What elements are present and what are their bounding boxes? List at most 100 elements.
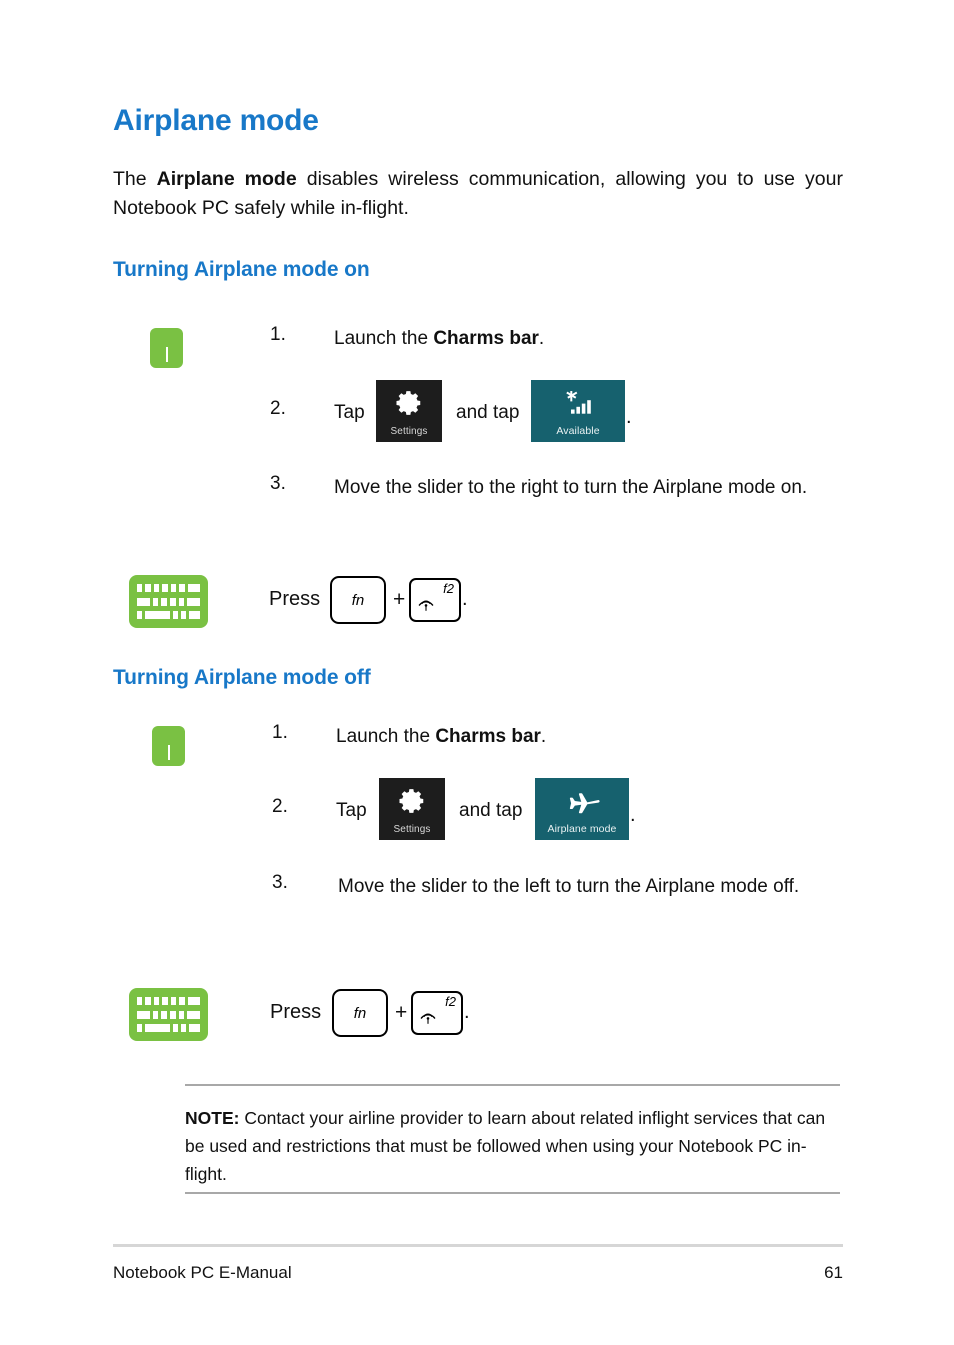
- step-number: 3.: [270, 473, 286, 494]
- intro-paragraph: The Airplane mode disables wireless comm…: [113, 165, 843, 223]
- keyboard-row: [137, 597, 201, 606]
- step-text-period: .: [626, 406, 632, 428]
- gear-icon: [376, 380, 442, 426]
- keyboard-key: [152, 1010, 159, 1019]
- keyboard-key: [137, 997, 143, 1005]
- keyboard-key: [170, 584, 177, 592]
- f2-key-label: f2: [443, 581, 454, 596]
- step-text-move-slider: Move the slider to the left to turn the …: [338, 876, 800, 897]
- fn-key: fn: [330, 576, 386, 624]
- keyboard-key: [152, 597, 159, 606]
- touchpad-icon: [152, 726, 185, 766]
- keyboard-key: [162, 584, 168, 592]
- keyboard-key: [153, 584, 160, 592]
- step-text-move-slider: Move the slider to the right to turn the…: [334, 477, 808, 498]
- note-bottom-rule: [185, 1192, 840, 1194]
- airplane-tile-caption: Airplane mode: [547, 823, 617, 835]
- keyboard-row: [137, 1010, 201, 1019]
- keyboard-icon: [129, 988, 208, 1041]
- keyboard-key: [181, 611, 187, 619]
- section-heading-off: Turning Airplane mode off: [113, 666, 371, 689]
- keyboard-key: [173, 1024, 179, 1032]
- keyboard-key: [137, 1024, 142, 1032]
- keyboard-key: [170, 1010, 176, 1019]
- manual-page: Airplane mode The Airplane mode disables…: [0, 0, 954, 1345]
- charms-bar-term: Charms bar: [435, 726, 541, 747]
- airplane-mode-tile[interactable]: Airplane mode: [535, 778, 629, 840]
- fn-key: fn: [332, 989, 388, 1037]
- keyboard-key: [178, 1010, 185, 1019]
- f2-key: f2: [411, 991, 463, 1035]
- intro-bold-term: Airplane mode: [156, 168, 297, 190]
- page-number: 61: [824, 1263, 843, 1282]
- note-top-rule: [185, 1084, 840, 1086]
- footer-rule: [113, 1244, 843, 1247]
- step-text-launch-charms: Launch the Charms bar.: [334, 324, 544, 354]
- wifi-signal-icon: [531, 380, 625, 425]
- footer-title: Notebook PC E-Manual: [113, 1263, 292, 1282]
- keyboard-key: [161, 597, 168, 606]
- step-text-suffix: .: [538, 328, 545, 349]
- keyboard-spacebar: [144, 1024, 171, 1032]
- f2-key-label: f2: [445, 994, 456, 1009]
- keyboard-key: [137, 597, 150, 606]
- network-available-tile[interactable]: Available: [531, 380, 625, 442]
- shortcut-period: .: [464, 1001, 470, 1023]
- keyboard-key: [173, 611, 179, 619]
- keyboard-row: [137, 997, 200, 1005]
- keyboard-key: [178, 597, 185, 606]
- fn-key-label: fn: [351, 591, 365, 609]
- keyboard-rows: [137, 997, 201, 1032]
- keyboard-key: [145, 584, 151, 592]
- f2-key: f2: [409, 578, 461, 622]
- intro-prefix: The: [113, 168, 157, 190]
- keyboard-key: [137, 1010, 150, 1019]
- step-text-suffix: .: [540, 726, 547, 747]
- step-text-tap-mid: and tap: [459, 800, 523, 821]
- keyboard-row: [137, 611, 200, 619]
- keyboard-key: [162, 997, 168, 1005]
- keyboard-row: [137, 584, 200, 592]
- press-label: Press: [269, 588, 321, 610]
- fn-key-label: fn: [353, 1004, 367, 1022]
- keyboard-key: [179, 584, 185, 592]
- step-number: 1.: [272, 722, 288, 743]
- press-label: Press: [270, 1001, 322, 1023]
- plus-sign: +: [395, 1001, 408, 1024]
- note-body: Contact your airline provider to learn a…: [185, 1108, 826, 1184]
- keyboard-key: [181, 1024, 187, 1032]
- keyboard-key: [137, 584, 143, 592]
- keyboard-icon: [129, 575, 208, 628]
- keyboard-key: [189, 611, 200, 619]
- settings-tile[interactable]: Settings: [376, 380, 442, 442]
- keyboard-key: [145, 997, 151, 1005]
- airplane-icon: [535, 778, 629, 823]
- keyboard-key: [170, 597, 176, 606]
- wireless-icon: [415, 593, 437, 618]
- step-text-launch-charms: Launch the Charms bar.: [336, 722, 546, 752]
- keyboard-key: [187, 597, 201, 606]
- plus-sign: +: [393, 588, 406, 611]
- keyboard-key: [189, 1024, 200, 1032]
- keyboard-spacebar: [144, 611, 171, 619]
- step-number: 3.: [272, 872, 288, 893]
- step-number: 2.: [270, 398, 286, 419]
- shortcut-period: .: [462, 588, 468, 610]
- step-number: 2.: [272, 796, 288, 817]
- wireless-icon: [417, 1006, 439, 1031]
- section-heading-on: Turning Airplane mode on: [113, 258, 370, 281]
- keyboard-key: [187, 584, 200, 592]
- keyboard-key: [161, 1010, 168, 1019]
- touchpad-icon: [150, 328, 183, 368]
- step-text-prefix: Launch the: [336, 726, 436, 747]
- step-text-tap-prefix: Tap: [334, 402, 365, 423]
- page-title: Airplane mode: [113, 104, 319, 137]
- charms-bar-term: Charms bar: [433, 328, 539, 349]
- step-text-tap-mid: and tap: [456, 402, 520, 423]
- keyboard-key: [187, 1010, 201, 1019]
- keyboard-key: [137, 611, 142, 619]
- settings-tile-caption: Settings: [390, 426, 428, 437]
- settings-tile[interactable]: Settings: [379, 778, 445, 840]
- touchpad-divider: [165, 347, 168, 362]
- keyboard-key: [153, 997, 160, 1005]
